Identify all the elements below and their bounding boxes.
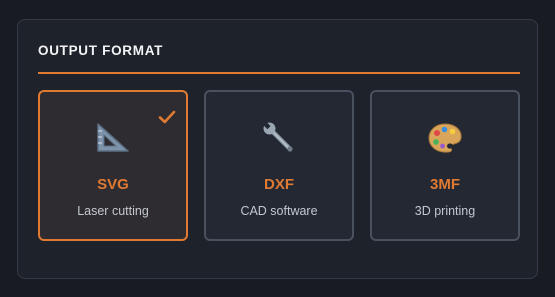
format-option-3mf[interactable]: 3MF 3D printing [370, 90, 520, 241]
title-divider [38, 72, 520, 74]
format-name: 3MF [430, 176, 460, 193]
format-option-dxf[interactable]: DXF CAD software [204, 90, 354, 241]
format-options: SVG Laser cutting DXF CAD software 3MF 3… [38, 90, 520, 241]
format-description: 3D printing [414, 204, 476, 218]
format-option-svg[interactable]: SVG Laser cutting [38, 90, 188, 241]
artist-palette-icon [428, 123, 462, 153]
format-description: Laser cutting [77, 204, 149, 218]
wrench-icon [263, 122, 293, 152]
format-name: DXF [264, 176, 294, 193]
format-description: CAD software [240, 204, 318, 218]
triangular-ruler-icon [97, 123, 129, 152]
format-name: SVG [97, 176, 129, 193]
output-format-panel: OUTPUT FORMAT SVG Laser cutting DXF CAD … [17, 19, 538, 279]
section-title: OUTPUT FORMAT [38, 43, 164, 58]
